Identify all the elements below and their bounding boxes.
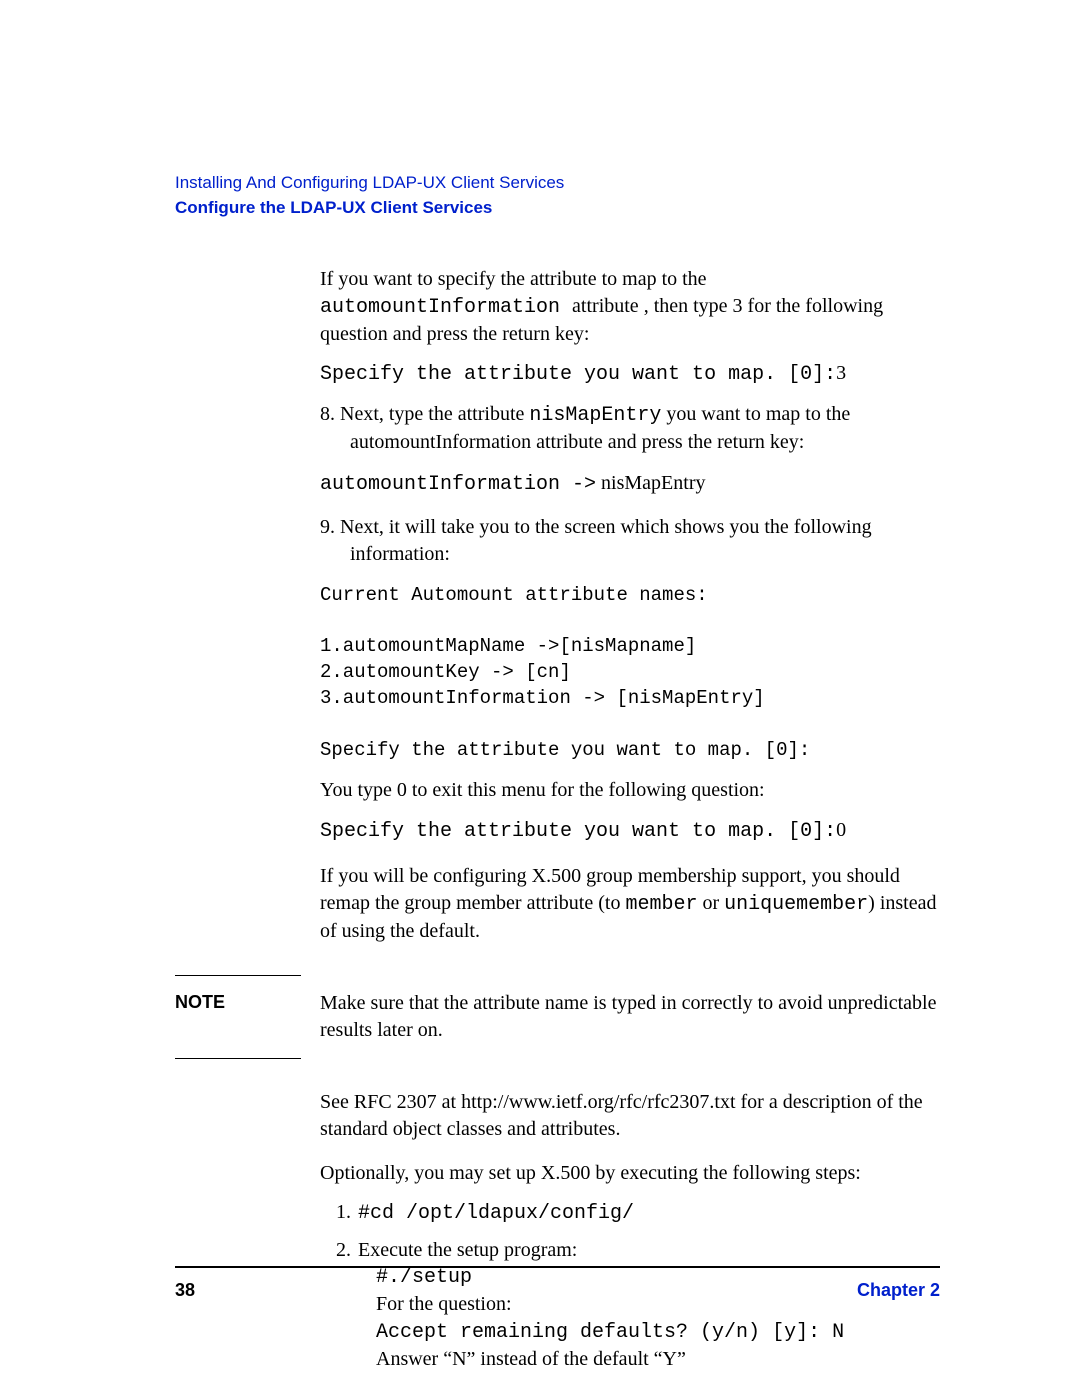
note-block: NOTE Make sure that the attribute name i…: [175, 990, 940, 1044]
code-line: Specify the attribute you want to map. […: [320, 817, 940, 845]
code-text: Specify the attribute you want to map. […: [320, 820, 836, 843]
code-line: automountInformation -> nisMapEntry: [320, 470, 940, 498]
page-number: 38: [175, 1280, 195, 1301]
step-9: 9. Next, it will take you to the screen …: [350, 514, 940, 568]
text: Next, it will take you to the screen whi…: [335, 516, 872, 565]
running-header: Installing And Configuring LDAP-UX Clien…: [175, 172, 940, 220]
list-item: #cd /opt/ldapux/config/: [356, 1199, 940, 1227]
chapter-title: Installing And Configuring LDAP-UX Clien…: [175, 172, 940, 195]
chapter-label: Chapter 2: [857, 1280, 940, 1301]
list-item: Execute the setup program: #./setup For …: [356, 1237, 940, 1373]
step-8: 8. Next, type the attribute nisMapEntry …: [350, 401, 940, 456]
step-number: 9.: [320, 516, 335, 538]
code-inline: automountInformation: [320, 296, 572, 319]
document-page: Installing And Configuring LDAP-UX Clien…: [0, 0, 1080, 1397]
text: Execute the setup program:: [358, 1239, 577, 1261]
text: If you want to specify the attribute to …: [320, 268, 707, 290]
x500-paragraph: If you will be configuring X.500 group m…: [320, 863, 940, 946]
text: Answer “N” instead of the default “Y”: [376, 1346, 940, 1373]
code-text: Specify the attribute you want to map. […: [320, 363, 836, 386]
code-inline: nisMapEntry: [529, 404, 661, 427]
intro-paragraph: If you want to specify the attribute to …: [320, 266, 940, 349]
post-note-content: See RFC 2307 at http://www.ietf.org/rfc/…: [320, 1089, 940, 1373]
content-body: If you want to specify the attribute to …: [320, 266, 940, 845]
code-text: automountInformation ->: [320, 473, 596, 496]
text: Next, type the attribute: [335, 403, 529, 425]
code-inline: uniquemember: [724, 893, 868, 916]
optional-paragraph: Optionally, you may set up X.500 by exec…: [320, 1160, 940, 1187]
user-input: 0: [836, 819, 846, 841]
step-number: 8.: [320, 403, 335, 425]
code-inline: member: [625, 893, 697, 916]
code-line: Specify the attribute you want to map. […: [320, 360, 940, 388]
code-line: Accept remaining defaults? (y/n) [y]: N: [376, 1319, 940, 1346]
code-block: Current Automount attribute names: 1.aut…: [320, 583, 940, 764]
code-inline: #cd /opt/ldapux/config/: [358, 1202, 634, 1225]
rfc-paragraph: See RFC 2307 at http://www.ietf.org/rfc/…: [320, 1089, 940, 1143]
note-text: Make sure that the attribute name is typ…: [320, 990, 940, 1044]
text: or: [697, 892, 724, 914]
text: nisMapEntry: [596, 472, 705, 494]
page-footer: 38 Chapter 2: [175, 1266, 940, 1301]
user-input: 3: [836, 362, 846, 384]
note-rule-bottom: [175, 1058, 301, 1059]
note-rule-top: [175, 975, 301, 976]
text: You type 0 to exit this menu for the fol…: [320, 777, 940, 804]
section-title: Configure the LDAP-UX Client Services: [175, 197, 940, 220]
note-label: NOTE: [175, 990, 320, 1013]
